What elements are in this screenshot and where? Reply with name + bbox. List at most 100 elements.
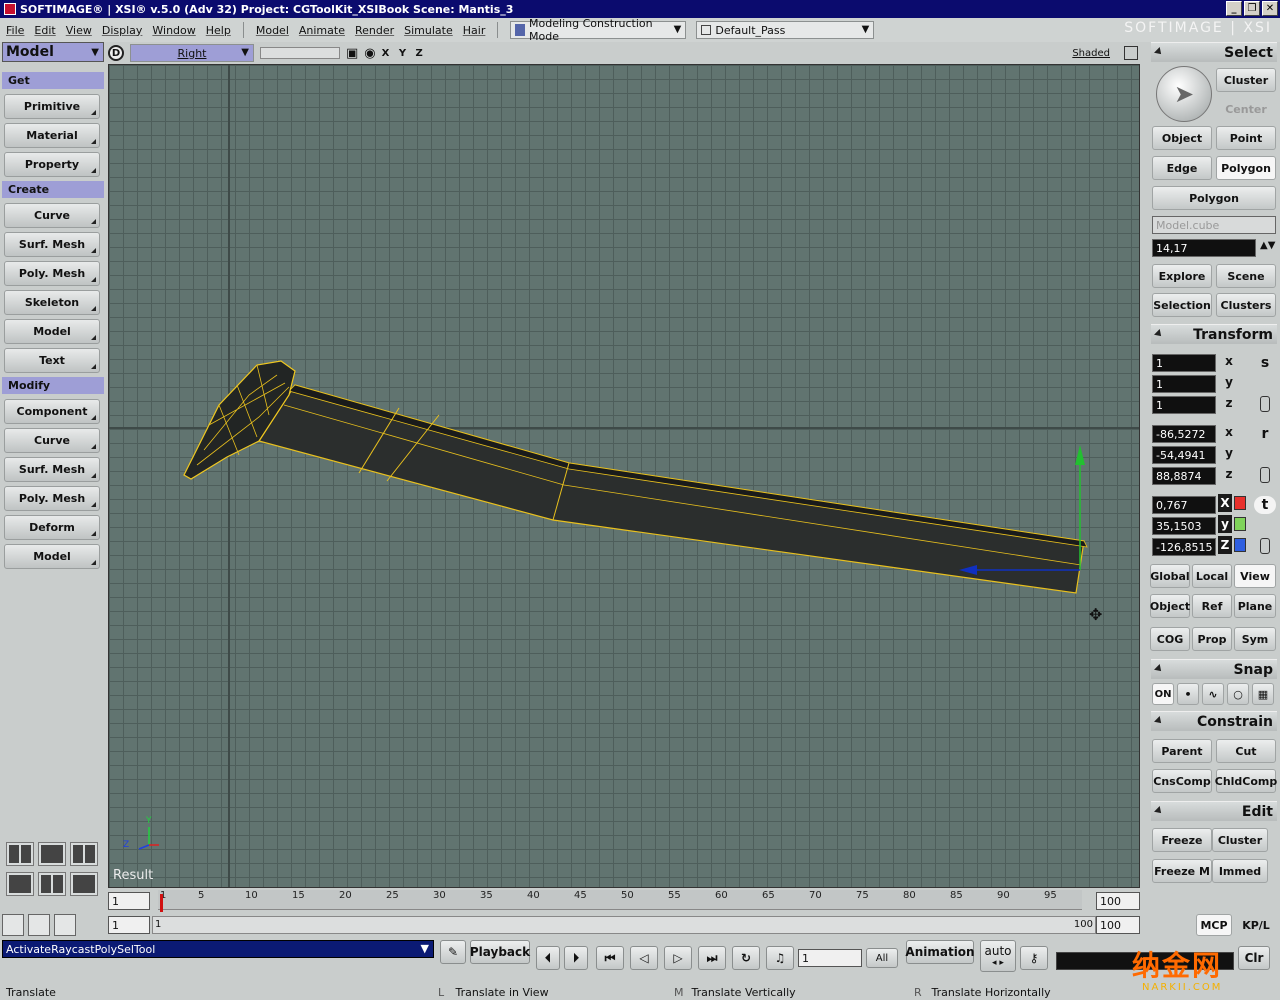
rotate-mode-button[interactable]: r (1254, 425, 1276, 443)
camera-icon[interactable]: ▣ (346, 46, 358, 61)
explorer-icon[interactable] (2, 914, 24, 936)
clusters-button[interactable]: Clusters (1216, 293, 1276, 317)
animation-menu-button[interactable]: Animation (905, 940, 975, 964)
selection-button[interactable]: Selection (1152, 293, 1212, 317)
create-skeleton-button[interactable]: Skeleton (4, 290, 100, 315)
close-button[interactable]: ✕ (1262, 1, 1278, 16)
restore-button[interactable]: ❐ (1244, 1, 1260, 16)
mcp-tab[interactable]: MCP (1196, 914, 1232, 936)
rotate-lock-icon[interactable] (1260, 467, 1270, 483)
module-render[interactable]: Render (355, 24, 394, 37)
point-select-button[interactable]: Point (1216, 126, 1276, 150)
selection-name-field[interactable]: Model.cube (1152, 216, 1276, 234)
translate-y-label[interactable]: y (1218, 515, 1232, 533)
timeline-end-field[interactable]: 100 (1096, 892, 1140, 910)
snap-point-icon[interactable]: • (1177, 683, 1199, 705)
rotate-y-label[interactable]: y (1218, 444, 1240, 462)
translate-z-label[interactable]: Z (1218, 536, 1232, 554)
translate-lock-icon[interactable] (1260, 538, 1270, 554)
global-button[interactable]: Global (1150, 564, 1190, 588)
clear-button[interactable]: Clr (1238, 946, 1270, 970)
constrain-header[interactable]: Constrain (1151, 711, 1277, 731)
polygon-filter-combo[interactable]: Polygon (1152, 186, 1276, 210)
previous-key-icon[interactable]: ⏴ (536, 946, 560, 970)
playback-menu-button[interactable]: Playback (470, 940, 530, 964)
layout-columns-icon[interactable] (38, 872, 66, 896)
time-ruler[interactable]: 1 5 10 15 20 25 30 35 40 45 50 55 60 65 … (158, 890, 1082, 912)
axes-toggle[interactable]: X Y Z (382, 48, 426, 59)
rotate-z-label[interactable]: z (1218, 465, 1240, 483)
layout-rows-icon[interactable] (70, 872, 98, 896)
modify-curve-button[interactable]: Curve (4, 428, 100, 453)
chldcomp-button[interactable]: ChldComp (1215, 769, 1277, 793)
layout-single-icon[interactable] (38, 842, 66, 866)
explore-button[interactable]: Explore (1152, 264, 1212, 288)
auto-key-toggle[interactable]: auto ◂ ▸ (980, 940, 1016, 972)
create-curve-button[interactable]: Curve (4, 203, 100, 228)
create-poly-mesh-button[interactable]: Poly. Mesh (4, 261, 100, 286)
memo-cams-icon[interactable] (260, 47, 340, 59)
cog-button[interactable]: COG (1150, 627, 1190, 651)
rotate-x-label[interactable]: x (1218, 423, 1240, 441)
render-tree-icon[interactable] (54, 914, 76, 936)
wand-icon[interactable] (28, 914, 50, 936)
menu-file[interactable]: File (6, 24, 24, 37)
command-line[interactable]: ActivateRaycastPolySelTool ▼ (2, 940, 434, 958)
viewport-canvas[interactable]: Y Z ✥ Result (108, 64, 1140, 888)
parent-button[interactable]: Parent (1152, 739, 1212, 763)
get-material-button[interactable]: Material (4, 123, 100, 148)
snap-header[interactable]: Snap (1151, 659, 1277, 679)
kpl-tab[interactable]: KP/L (1236, 914, 1276, 936)
freeze-button[interactable]: Freeze (1152, 828, 1212, 852)
module-animate[interactable]: Animate (299, 24, 345, 37)
menu-display[interactable]: Display (102, 24, 143, 37)
scale-y-label[interactable]: y (1218, 373, 1240, 391)
pass-combo[interactable]: Default_Pass ▼ (696, 21, 875, 39)
local-button[interactable]: Local (1192, 564, 1232, 588)
translate-y-field[interactable]: 35,1503 (1152, 517, 1216, 535)
first-frame-icon[interactable]: ⏮ (596, 946, 624, 970)
object-select-button[interactable]: Object (1152, 126, 1212, 150)
polygon-select-button[interactable]: Polygon (1216, 156, 1276, 180)
prop-button[interactable]: Prop (1192, 627, 1232, 651)
scale-y-field[interactable]: 1 (1152, 375, 1216, 393)
sym-button[interactable]: Sym (1234, 627, 1276, 651)
view-letter-button[interactable]: D (108, 45, 124, 61)
scale-x-field[interactable]: 1 (1152, 354, 1216, 372)
menu-window[interactable]: Window (152, 24, 195, 37)
menu-edit[interactable]: Edit (34, 24, 55, 37)
module-selector[interactable]: Model ▼ (2, 42, 104, 62)
scene-button[interactable]: Scene (1216, 264, 1276, 288)
snap-on-toggle[interactable]: ON (1152, 683, 1174, 705)
translate-x-label[interactable]: X (1218, 494, 1232, 512)
get-primitive-button[interactable]: Primitive (4, 94, 100, 119)
minimize-button[interactable]: _ (1226, 1, 1242, 16)
layout-four-icon[interactable] (70, 842, 98, 866)
freeze-m-button[interactable]: Freeze M (1152, 859, 1212, 883)
object-ref-button[interactable]: Object (1150, 594, 1190, 618)
menu-view[interactable]: View (66, 24, 92, 37)
module-model[interactable]: Model (256, 24, 289, 37)
scale-z-label[interactable]: z (1218, 394, 1240, 412)
selection-count-field[interactable]: 14,17 (1152, 239, 1256, 257)
cut-button[interactable]: Cut (1216, 739, 1276, 763)
view-button[interactable]: View (1234, 564, 1276, 588)
range-end-field[interactable]: 100 (1096, 916, 1140, 934)
create-surf-mesh-button[interactable]: Surf. Mesh (4, 232, 100, 257)
module-hair[interactable]: Hair (463, 24, 486, 37)
menu-help[interactable]: Help (206, 24, 231, 37)
cnscomp-button[interactable]: CnsComp (1152, 769, 1212, 793)
center-button[interactable]: Center (1216, 97, 1276, 121)
scale-mode-button[interactable]: s (1254, 354, 1276, 372)
snap-surface-icon[interactable]: ○ (1227, 683, 1249, 705)
create-model-button[interactable]: Model (4, 319, 100, 344)
translate-x-field[interactable]: 0,767 (1152, 496, 1216, 514)
snap-grid-icon[interactable]: ▦ (1252, 683, 1274, 705)
script-editor-icon[interactable]: ✎ (440, 940, 466, 964)
rotate-y-field[interactable]: -54,4941 (1152, 446, 1216, 464)
next-key-icon[interactable]: ⏵ (564, 946, 588, 970)
select-header[interactable]: Select (1151, 42, 1277, 62)
ref-button[interactable]: Ref (1192, 594, 1232, 618)
audio-icon[interactable]: ♫ (766, 946, 794, 970)
timeline-current-field[interactable]: 1 (108, 916, 150, 934)
